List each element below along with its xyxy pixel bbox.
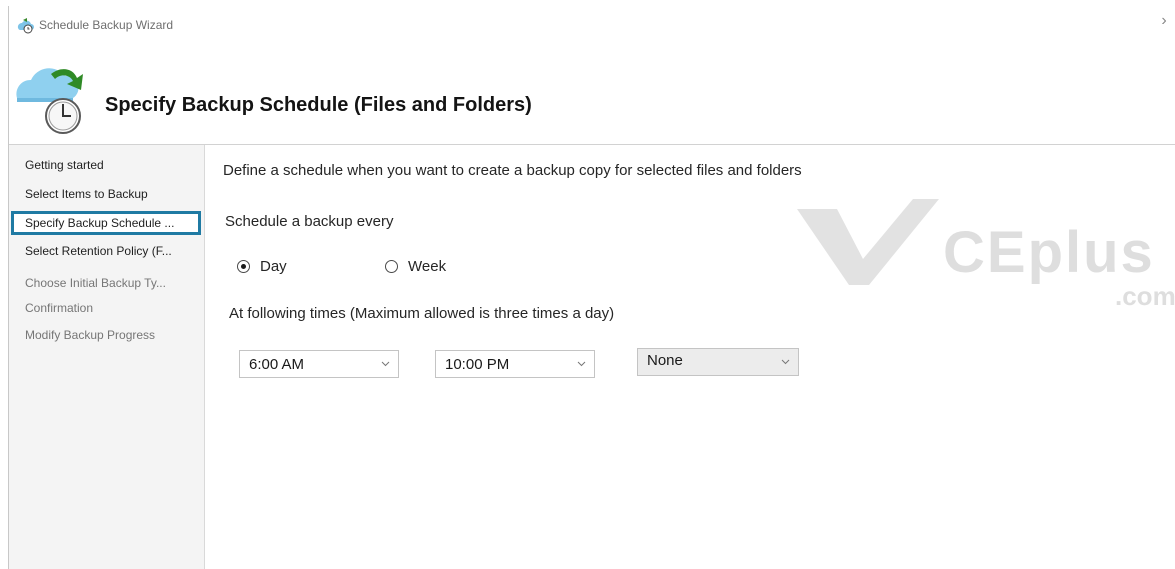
schedule-content: CEplus .com Define a schedule when you w… xyxy=(223,145,1175,569)
radio-day[interactable]: Day xyxy=(237,255,287,277)
nav-step-getting-started[interactable]: Getting started xyxy=(11,153,201,177)
schedule-description: Define a schedule when you want to creat… xyxy=(223,162,802,179)
nav-step-initial-backup-type: Choose Initial Backup Ty... xyxy=(25,276,166,290)
time-1-value: 6:00 AM xyxy=(249,356,305,373)
chevron-down-icon xyxy=(781,359,790,365)
nav-step-modify-progress: Modify Backup Progress xyxy=(25,328,156,342)
window-title: Schedule Backup Wizard xyxy=(39,18,174,32)
watermark: CEplus .com xyxy=(793,199,1175,311)
radio-day-label: Day xyxy=(260,257,287,275)
nav-step-confirmation: Confirmation xyxy=(25,301,94,315)
chevron-down-icon xyxy=(381,361,390,367)
backup-clock-icon xyxy=(16,68,83,134)
watermark-suffix: .com xyxy=(1115,281,1175,311)
radio-week-indicator[interactable] xyxy=(385,259,398,273)
times-label: At following times (Maximum allowed is t… xyxy=(229,305,615,322)
backup-app-icon xyxy=(17,18,34,34)
radio-day-indicator[interactable] xyxy=(237,259,250,273)
time-3-select[interactable]: None xyxy=(637,348,799,376)
wizard-steps-nav: Getting started Select Items to Backup S… xyxy=(9,145,205,569)
nav-step-select-items[interactable]: Select Items to Backup xyxy=(11,182,201,206)
radio-week-label: Week xyxy=(408,257,447,275)
page-title: Specify Backup Schedule (Files and Folde… xyxy=(105,94,532,116)
watermark-text: CEplus xyxy=(943,220,1155,285)
close-button[interactable]: › xyxy=(1153,12,1175,36)
time-3-value: None xyxy=(647,352,683,369)
time-1-select[interactable]: 6:00 AM xyxy=(239,350,399,378)
schedule-every-label: Schedule a backup every xyxy=(225,213,394,230)
time-2-select[interactable]: 10:00 PM xyxy=(435,350,595,378)
wizard-body: Getting started Select Items to Backup S… xyxy=(9,144,1175,569)
nav-step-retention-policy[interactable]: Select Retention Policy (F... xyxy=(11,239,201,263)
nav-step-specify-schedule[interactable]: Specify Backup Schedule ... xyxy=(11,211,201,235)
wizard-window: Schedule Backup Wizard › Specify Backup … xyxy=(8,6,1175,569)
chevron-down-icon xyxy=(577,361,586,367)
time-2-value: 10:00 PM xyxy=(445,356,510,373)
radio-week[interactable]: Week xyxy=(385,255,446,277)
wizard-header: Specify Backup Schedule (Files and Folde… xyxy=(9,50,1175,140)
watermark-check-icon xyxy=(797,199,939,285)
title-bar: Schedule Backup Wizard › xyxy=(9,6,1175,46)
